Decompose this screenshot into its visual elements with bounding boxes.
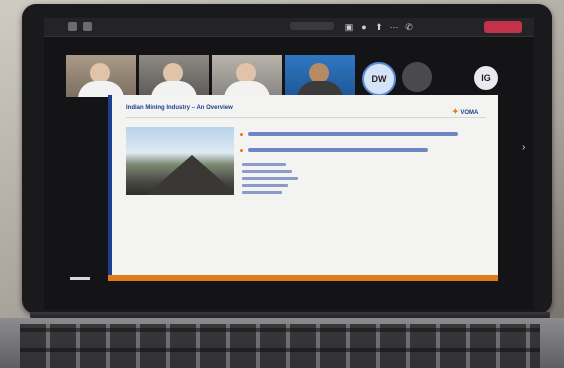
avatar-initials: IG: [481, 73, 491, 83]
bullet-dot: [240, 149, 243, 152]
participant-head: [90, 63, 110, 83]
mine-hill: [146, 155, 234, 195]
bullet-dot: [240, 133, 243, 136]
list-line: [242, 163, 286, 166]
voma-logo: ✦ VOMA: [452, 107, 478, 116]
avatar-muted[interactable]: [402, 62, 432, 92]
shared-slide: Indian Mining Industry – An Overview ✦ V…: [108, 95, 498, 275]
list-line: [242, 177, 298, 180]
participant-video-2[interactable]: [139, 55, 209, 97]
phone-icon[interactable]: ✆: [404, 22, 414, 32]
leave-button[interactable]: [484, 21, 522, 33]
avatar-ig[interactable]: IG: [474, 66, 498, 90]
mic-icon[interactable]: ●: [359, 22, 369, 32]
participant-video-1[interactable]: [66, 55, 136, 97]
logo-mark-icon: ✦: [452, 107, 459, 116]
logo-text: VOMA: [460, 110, 479, 116]
camera-icon[interactable]: ▣: [344, 22, 354, 32]
participant-head: [236, 63, 256, 83]
more-icon[interactable]: ⋯: [389, 22, 399, 32]
slide-footer-label: [70, 277, 90, 280]
mine-photo: [126, 127, 234, 195]
share-icon[interactable]: ⬆: [374, 22, 384, 32]
bullet-line: [248, 132, 458, 136]
avatar-dw[interactable]: DW: [362, 62, 396, 96]
bullet-line: [248, 148, 428, 152]
meeting-controls: ▣ ● ⬆ ⋯ ✆: [344, 22, 414, 32]
slide-footer-bar: [108, 275, 498, 281]
participant-head: [163, 63, 183, 83]
search-input[interactable]: [290, 22, 334, 30]
meeting-toolbar: ▣ ● ⬆ ⋯ ✆: [44, 18, 534, 37]
slide-title: Indian Mining Industry – An Overview: [126, 105, 233, 111]
list-line: [242, 184, 288, 187]
participant-video-3[interactable]: [212, 55, 282, 97]
slide-divider: [126, 117, 486, 118]
participant-head: [309, 63, 329, 83]
toolbar-left: [68, 22, 92, 31]
forward-icon[interactable]: [83, 22, 92, 31]
participant-tiles: [66, 55, 355, 97]
back-icon[interactable]: [68, 22, 77, 31]
laptop-keyboard: [20, 324, 540, 368]
avatar-initials: DW: [371, 74, 387, 84]
list-line: [242, 191, 282, 194]
chevron-right-icon[interactable]: ›: [522, 142, 525, 153]
list-line: [242, 170, 292, 173]
participant-video-4[interactable]: [285, 55, 355, 97]
